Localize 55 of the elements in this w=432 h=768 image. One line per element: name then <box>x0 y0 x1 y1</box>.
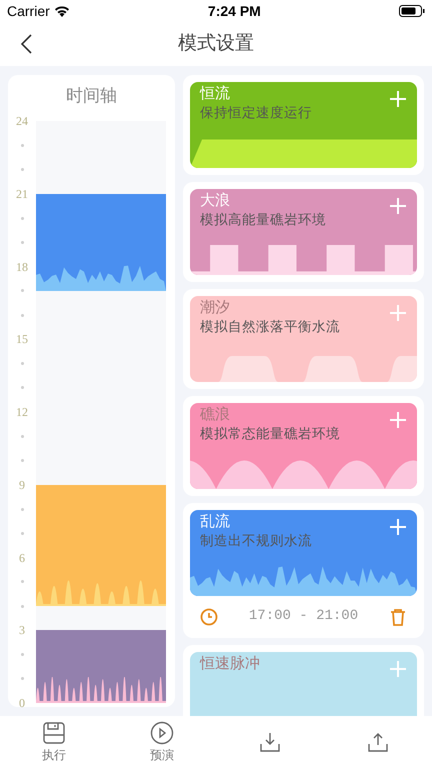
mode-banner[interactable]: 潮汐 模拟自然涨落平衡水流 <box>190 296 417 382</box>
schedule-block[interactable] <box>36 484 166 606</box>
add-button[interactable] <box>389 197 407 215</box>
page-title: 模式设置 <box>178 32 254 56</box>
plus-icon <box>389 304 407 322</box>
hour-label: 18 <box>15 258 29 276</box>
mode-banner[interactable]: 恒速脉冲 <box>190 652 417 716</box>
schedule-block[interactable] <box>36 194 166 291</box>
plus-icon <box>389 518 407 536</box>
schedule-time: 17:00 - 21:00 <box>248 607 358 626</box>
mode-banner[interactable]: 大浪 模拟高能量礁岩环境 <box>190 189 417 275</box>
timeline-title: 时间轴 <box>65 85 118 107</box>
wifi-icon <box>54 5 70 17</box>
mode-title: 乱流 <box>200 513 230 532</box>
clock-icon[interactable] <box>200 608 218 626</box>
add-button[interactable] <box>389 304 407 322</box>
hour-label: 21 <box>15 186 29 203</box>
mode-banner[interactable]: 恒流 保持恒定速度运行 <box>190 82 417 168</box>
mode-description: 模拟自然涨落平衡水流 <box>200 318 340 336</box>
trash-icon[interactable] <box>389 608 407 626</box>
hour-label: 24 <box>15 113 29 130</box>
add-button[interactable] <box>389 518 407 536</box>
hour-label: 12 <box>15 404 29 421</box>
plus-icon <box>389 197 407 215</box>
mode-description: 制造出不规则水流 <box>200 532 312 550</box>
mode-description: 保持恒定速度运行 <box>200 104 312 122</box>
mode-description: 模拟常态能量礁岩环境 <box>200 425 340 443</box>
mode-banner[interactable]: 乱流 制造出不规则水流 <box>190 510 417 596</box>
mode-title: 大浪 <box>200 192 230 211</box>
add-button[interactable] <box>389 411 407 429</box>
hour-label: 6 <box>18 550 26 566</box>
mode-banner[interactable]: 礁浪 模拟常态能量礁岩环境 <box>190 403 417 489</box>
carrier-label: Carrier <box>7 2 50 20</box>
hour-label: 15 <box>15 331 29 348</box>
play-icon <box>150 720 174 744</box>
tab-bar-item[interactable]: 预演 <box>108 716 216 768</box>
download-icon <box>258 730 282 754</box>
add-button[interactable] <box>389 90 407 108</box>
mode-title: 礁浪 <box>200 406 230 425</box>
mode-title: 恒流 <box>200 85 230 104</box>
battery-icon <box>398 5 425 17</box>
plus-icon <box>389 660 407 678</box>
plus-icon <box>389 411 407 429</box>
hour-label: 3 <box>18 622 26 640</box>
tab-bar-item[interactable]: 执行 <box>0 716 108 768</box>
mode-title: 恒速脉冲 <box>200 655 260 674</box>
add-button[interactable] <box>389 660 407 678</box>
mode-title: 潮汐 <box>200 299 230 318</box>
hour-label: 9 <box>18 476 26 494</box>
back-chevron-icon <box>20 34 32 54</box>
status-time: 7:24 PM <box>208 2 261 20</box>
plus-icon <box>389 90 407 108</box>
mode-description: 模拟高能量礁岩环境 <box>200 211 326 229</box>
schedule-block[interactable] <box>36 630 166 703</box>
hour-label: 0 <box>18 695 26 712</box>
